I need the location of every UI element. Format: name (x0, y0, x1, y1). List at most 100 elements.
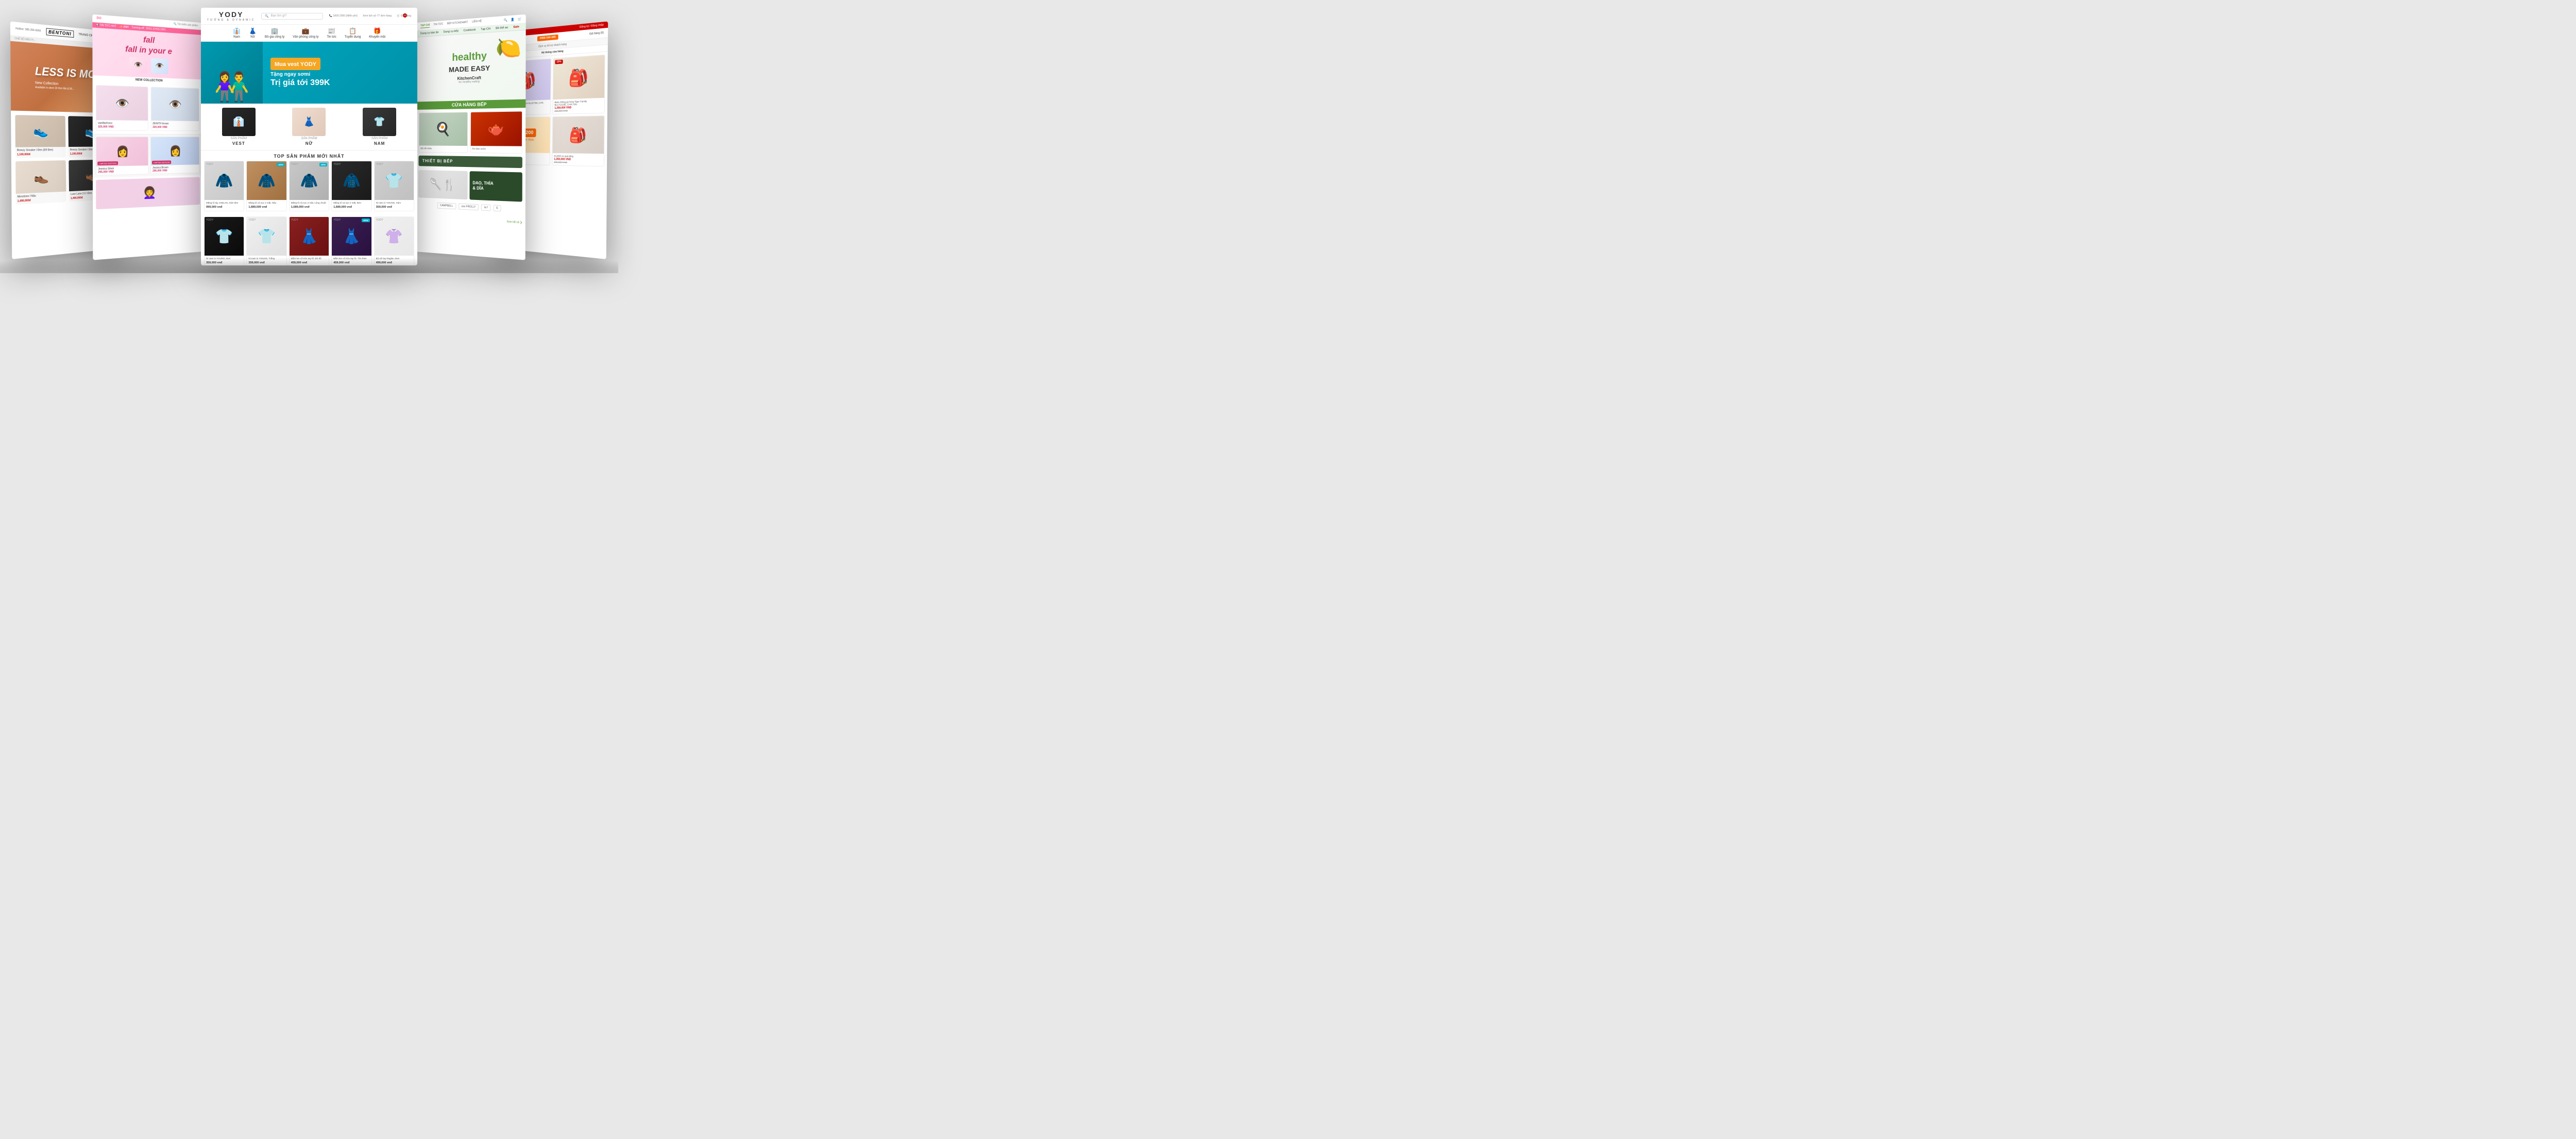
yody-product-img: 🧥 YODY NEW (290, 161, 329, 200)
yody-product-img: 👚 YODY (375, 217, 414, 256)
dolly-model-section: 👩 LIMITED EDITION Jessica Silver 295,000… (93, 134, 202, 178)
dolly-limited-item2[interactable]: 👩 LIMITED EDITION Jessica Brown 295,000 … (150, 137, 200, 174)
bags-product-item[interactable]: 🎒 15% Balo chống gù lưng Tiger Family BL… (552, 55, 605, 114)
yody-nav-tintuc[interactable]: 📰 Tin tức (327, 27, 336, 39)
yody-product-item[interactable]: 👕 YODY Ni nam in YOUNG, Xám 359,000 vnđ (374, 161, 414, 211)
yody-product-price: 1,689,000 vnđ (248, 206, 284, 209)
dolly-limited-item1[interactable]: 👩 LIMITED EDITION Jessica Silver 295,000… (96, 137, 148, 176)
yody-brand-tag: YODY (291, 219, 298, 222)
kitchen-screen: TẠP CHÍ TIN TỨC BẾP KITCHENART LIÊN HỆ 🔍… (415, 14, 526, 260)
yody-nav-tuyendung[interactable]: 📋 Tuyển dụng (345, 27, 361, 39)
yody-product-price: 1,689,000 vnđ (333, 206, 369, 209)
yody-nav-vanphong[interactable]: 💼 Văn phòng công ty (293, 27, 318, 39)
dolly-products: 👁️ vanillachoco 325,000 VNĐ 👁️ ZENITH br… (93, 81, 202, 134)
yody-nav-nam[interactable]: 👔 Nam (233, 27, 241, 39)
yody-product-item[interactable]: 🧥 YODY Măng tô cà sọc 2 mặt, Đen 1,689,0… (331, 161, 371, 211)
yody-product-item[interactable]: 🧥 YODY Măng tô tay JABLAN, Xám đen 999,0… (204, 161, 244, 211)
bentoni-hero-text: LESS IS MO (35, 65, 96, 81)
yody-notifications[interactable]: Xem lịch sử 77 đơn hàng (363, 14, 392, 18)
yody-product-name: Đầm len cổ tròn tay lỡ, Đỏ đô (291, 257, 327, 260)
kitchen-product-item[interactable]: 🍳 Bộ nồi chảo (419, 112, 468, 153)
yody-product-grid-new: 🧥 YODY Măng tô tay JABLAN, Xám đen 999,0… (201, 161, 417, 214)
yody-product-price: 1,689,000 vnđ (291, 206, 327, 209)
yody-badge-new: NEW (277, 163, 284, 166)
kitchen-product-info: Ấm đun nước (470, 146, 522, 153)
kitchen-brand-la[interactable]: la f (481, 204, 491, 211)
yody-banner-text: Mua vest YODY Tặng ngay sơmi Trị giá tới… (263, 53, 417, 93)
dolly-product-price: 320,000 VNĐ (152, 126, 197, 129)
bags-product-oldprice: 465,000 VND (554, 109, 602, 112)
yody-nav-khuyenmãi[interactable]: 🎁 Khuyến mãi (369, 27, 385, 39)
yody-product-item[interactable]: 👗 YODY NEW Đầm len cổ tròn tay lỡ, Tím t… (331, 216, 371, 265)
bags-tiger-info: GU200 có quà tặng 1,350,000 VND 465,000 … (552, 153, 604, 166)
yody-product-item[interactable]: 👕 YODY Ni nam in YOUNG, Đen 359,000 vnđ (204, 216, 244, 265)
yody-nav: 👔 Nam 👗 Nữ 🏢 Đồ gia công ty 💼 Văn phòng … (201, 25, 417, 42)
kitchen-utensil-img: 🥄🍴 (418, 170, 468, 199)
bentoni-product-info: Breezy Sneaker I Đen (Đế Đen) 1,100,000đ (15, 147, 66, 158)
yody-product-info: Đầm len cổ tròn tay lỡ, Đỏ đô 459,000 vn… (290, 256, 329, 265)
yody-brand-tag: YODY (376, 219, 383, 222)
dolly-search-icon[interactable]: 🔍 Tìm kiếm sản phẩm (174, 23, 198, 27)
yody-product-item[interactable]: 👗 YODY Đầm len cổ tròn tay lỡ, Đỏ đô 459… (289, 216, 329, 265)
yody-product-item[interactable]: 👚 YODY Bộ nữ tay Raglan, Đen 499,000 vnđ (374, 216, 414, 265)
yody-nav-nu-label: Nữ (250, 36, 255, 39)
dolly-product-img: 👁️ (96, 86, 148, 121)
yody-product-item[interactable]: 👕 YODY Ni nam in YOUNG, Trắng 359,000 vn… (246, 216, 286, 265)
kitchen-brand-e[interactable]: E (493, 205, 501, 211)
yody-search-icon: 🔍 (265, 14, 268, 18)
yody-nav-vanphong-label: Văn phòng công ty (293, 36, 318, 39)
yody-cat-vest-name: VEST (232, 141, 245, 146)
kitchen-nav-cookbook[interactable]: Cookbook (463, 28, 476, 32)
kitchen-nav-tapchi[interactable]: Tạp Chí (481, 27, 490, 31)
kitchen-brand-zoofrolly[interactable]: zoo FROLLY (459, 203, 479, 210)
yody-cart[interactable]: 🛒 Giỏ hàng 0 (397, 14, 411, 18)
bentoni-product-item[interactable]: 👞 Monotone I Nâu 1,490,000đ (15, 160, 66, 205)
kitchen-nav-dothead[interactable]: Đồ thể ao (496, 26, 508, 30)
yody-banner-sub: Tặng ngay sơmi (270, 72, 410, 77)
yody-cat-vest[interactable]: 👔 SẢN PHẨM VEST (222, 108, 256, 146)
yody-product-info: Ni nam in YOUNG, Trắng 359,000 vnđ (247, 256, 286, 265)
yody-nav-nu-icon: 👗 (249, 27, 257, 35)
kitchen-dao-thia-block: DAO, THÌA& DĨA (469, 171, 522, 202)
kitchen-nav-dungcubep[interactable]: Dụng cụ bếp (444, 29, 459, 34)
yody-product-item[interactable]: 🧥 YODY NEW Măng tô cà sọc 2 mặt, Lông ch… (289, 161, 329, 211)
dolly-product-item[interactable]: 👁️ ZENITH brown 320,000 VNĐ (150, 87, 199, 131)
kitchen-product-img: 🍳 (419, 112, 467, 146)
bentoni-product-price: 1,100,000đ (17, 153, 64, 156)
yody-banner: 👫 Mua vest YODY Tặng ngay sơmi Trị giá t… (201, 42, 417, 104)
yody-nav-tintuc-label: Tin tức (327, 36, 336, 39)
kitchen-account-icon[interactable]: 👤 (511, 18, 515, 22)
kitchen-viewall-link[interactable]: Xem tất cả ❯ (506, 220, 522, 224)
yody-nav-donggiacongty-icon: 🏢 (271, 27, 279, 35)
yody-cat-nam[interactable]: 👕 SẢN PHẨM NAM (363, 108, 396, 146)
yody-nav-nu[interactable]: 👗 Nữ (249, 27, 257, 39)
kitchen-cart-icon[interactable]: 🛒 (518, 17, 522, 21)
kitchen-brand-campbell[interactable]: CAMPBELL (437, 203, 456, 210)
yody-search-box[interactable]: 🔍 Bạn tìm gì? (261, 13, 323, 20)
dolly-product-item[interactable]: 👁️ vanillachoco 325,000 VNĐ (96, 85, 148, 131)
kitchen-tab-lienhe[interactable]: LIÊN HỆ (472, 20, 482, 24)
yody-product-info: Măng tô cá sọc 2 mặt, Nâu 1,689,000 vnđ (247, 200, 286, 211)
bags-product-tiger[interactable]: 🎒 GU200 có quà tặng 1,350,000 VND 465,00… (552, 115, 604, 166)
yody-nav-donggiacongty[interactable]: 🏢 Đồ gia công ty (265, 27, 284, 39)
yody-product-img: 👕 YODY (205, 217, 244, 256)
kitchen-tab-bep[interactable]: BẾP KITCHENART (447, 21, 468, 26)
yody-product-item[interactable]: 🧥 YODY NEW Măng tô cá sọc 2 mặt, Nâu 1,6… (246, 161, 286, 211)
yody-section-new-title: TOP SẢN PHẨM MỚI NHẤT (201, 150, 417, 161)
kitchen-search-icon[interactable]: 🔍 (503, 18, 507, 22)
kitchen-nav-dungcubanăn[interactable]: Dụng cụ bàn ăn (420, 31, 438, 35)
kitchen-nav-sale[interactable]: Sale (513, 25, 519, 29)
kitchen-dao-section: 🥄🍴 DAO, THÌA& DĨA (416, 168, 526, 204)
kitchen-tab-tintuc[interactable]: TIN TỨC (433, 23, 443, 27)
yody-cat-nu[interactable]: 👗 SẢN PHẨM NỮ (292, 108, 326, 146)
yody-nav-nam-label: Nam (233, 36, 240, 39)
kitchen-header-right: 🔍 👤 🛒 (503, 17, 521, 22)
bentoni-product-item[interactable]: 👟 Breezy Sneaker I Đen (Đế Đen) 1,100,00… (15, 115, 65, 158)
kitchen-product-item[interactable]: 🫖 Ấm đun nước (470, 111, 522, 154)
bags-hotline: 0988 344 445 (537, 35, 558, 41)
bags-cart[interactable]: Giỏ hàng (0) (589, 31, 604, 36)
kitchen-tab-tapchi[interactable]: TẠP CHÍ (420, 24, 430, 28)
yody-categories: 👔 SẢN PHẨM VEST 👗 SẢN PHẨM NỮ 👕 SẢN PHẨM… (201, 104, 417, 150)
yody-product-name: Ni nam in YOUNG, Đen (206, 257, 242, 260)
yody-nav-nam-icon: 👔 (233, 27, 241, 35)
